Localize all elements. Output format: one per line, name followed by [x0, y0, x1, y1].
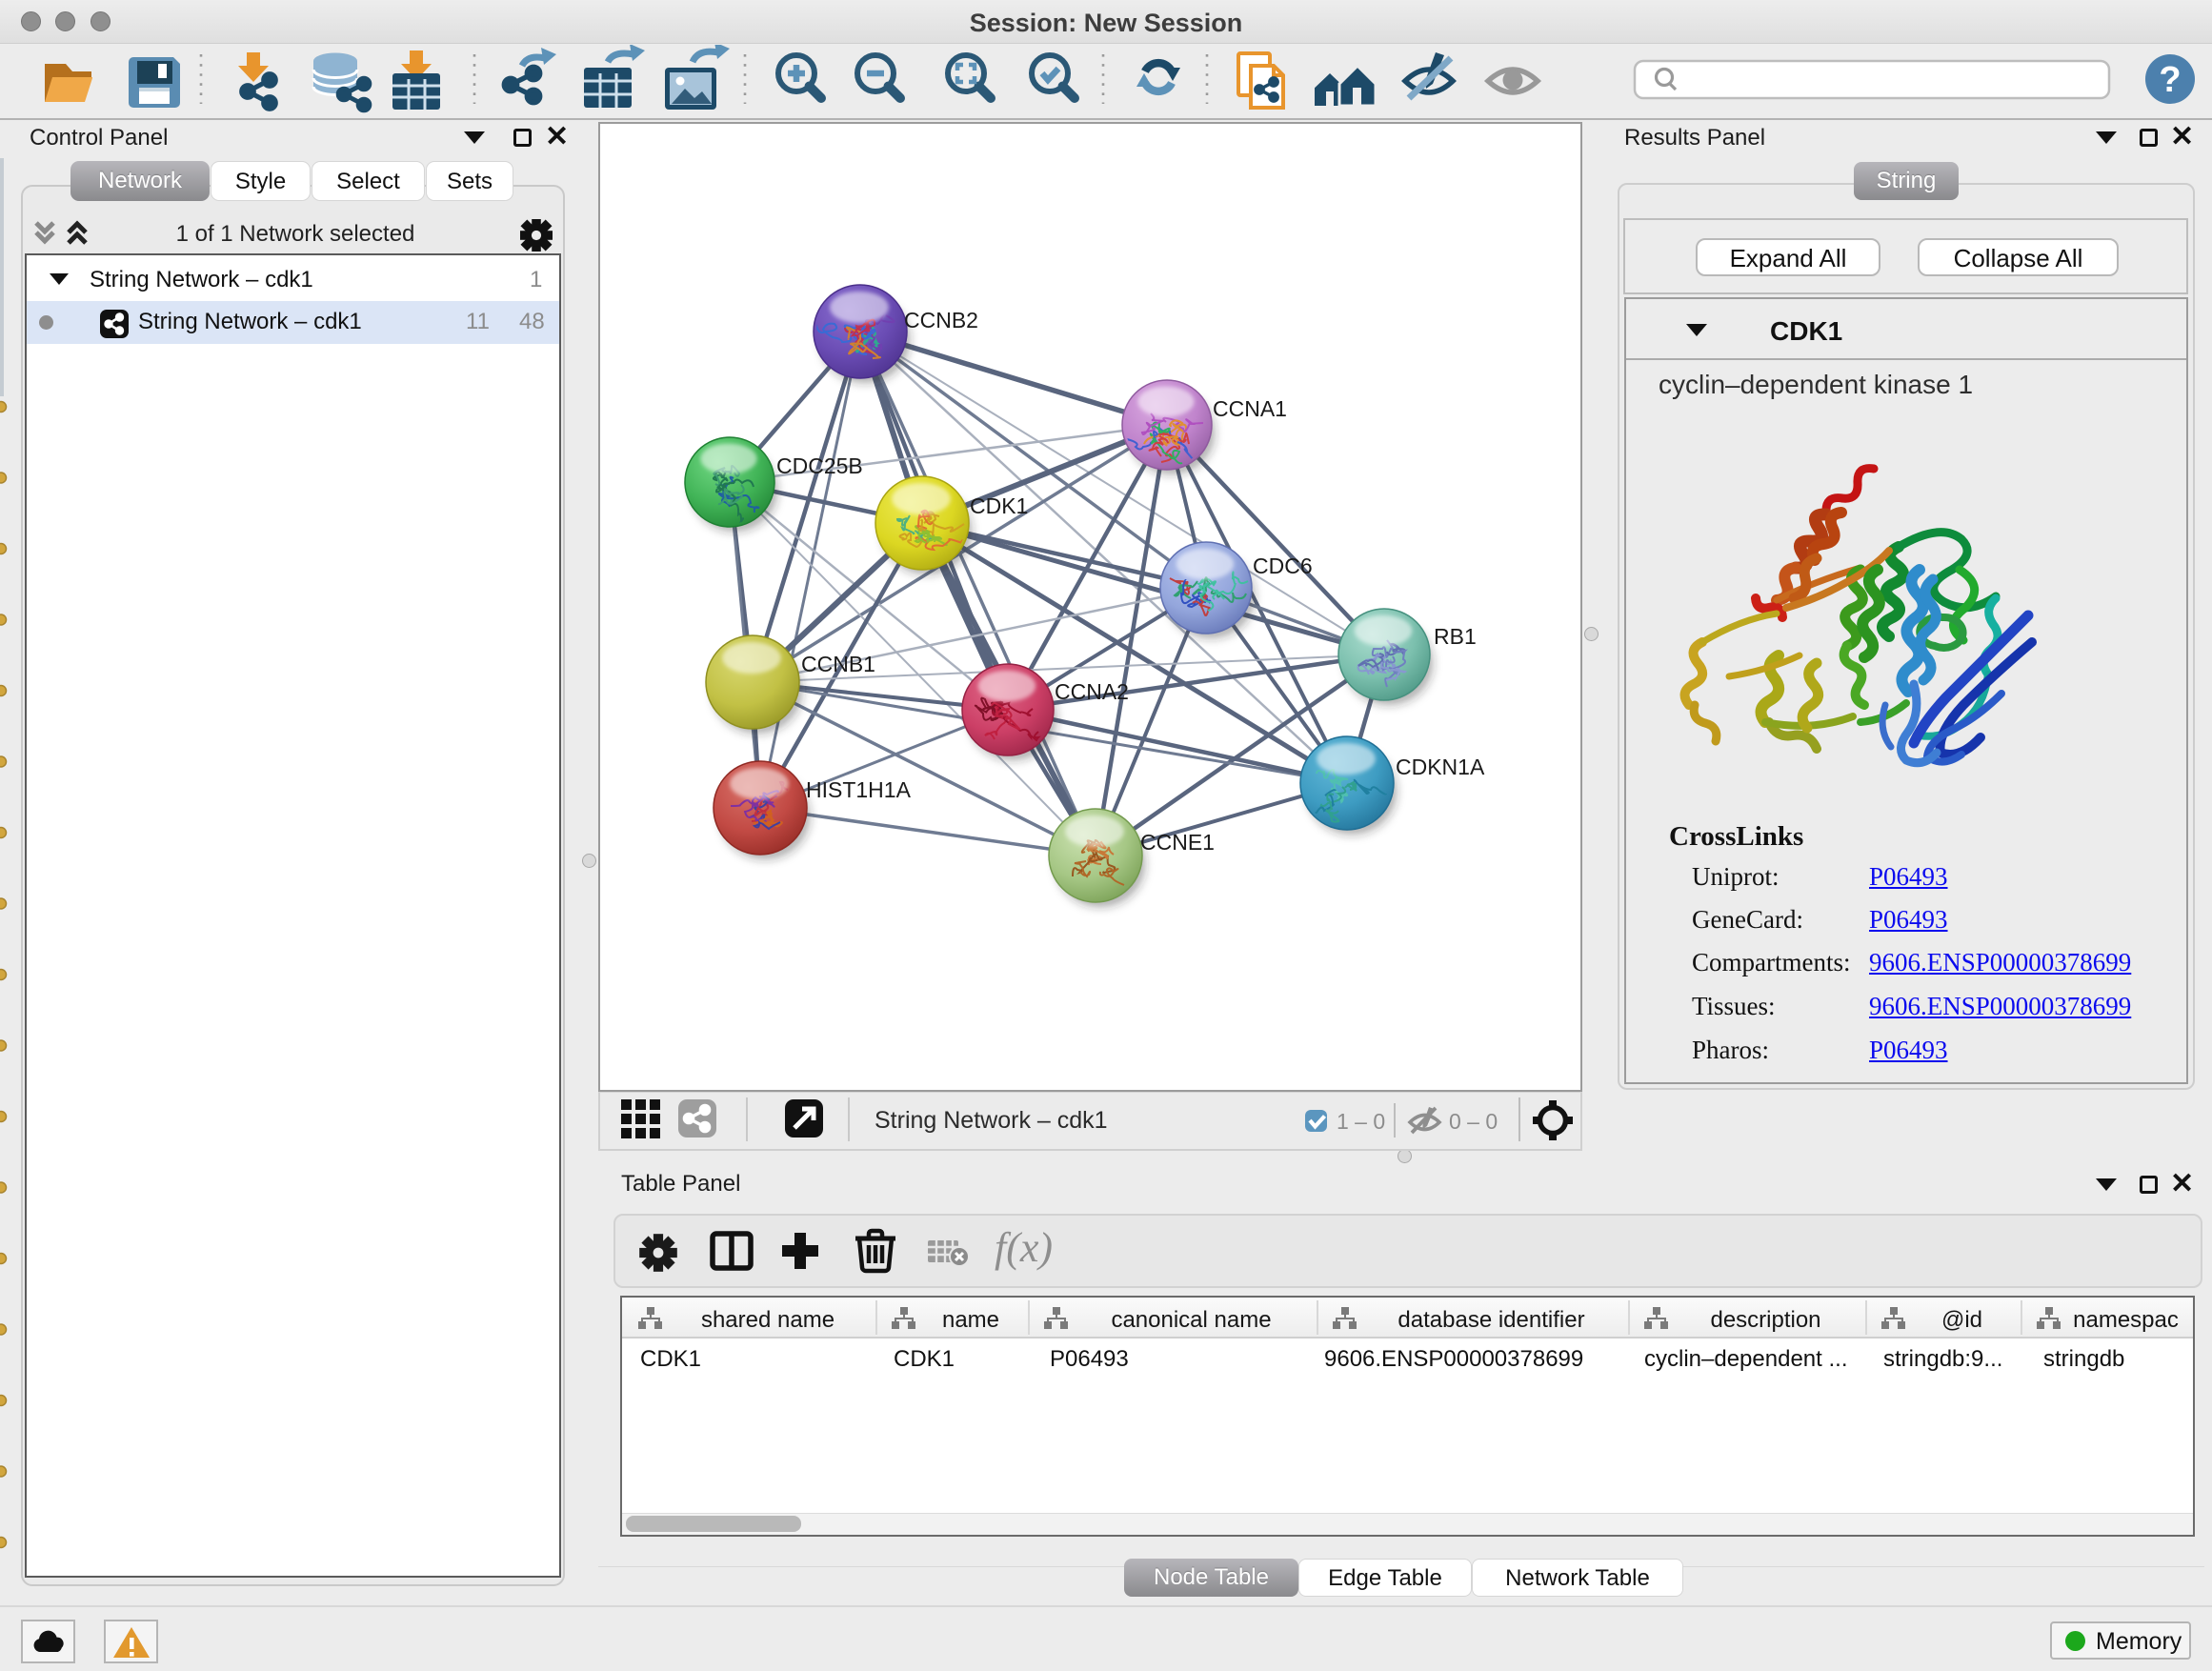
- svg-text:CCNE1: CCNE1: [1140, 830, 1215, 855]
- svg-text:HIST1H1A: HIST1H1A: [806, 777, 912, 802]
- svg-text:RB1: RB1: [1434, 624, 1477, 649]
- svg-text:CCNA2: CCNA2: [1055, 679, 1129, 704]
- svg-text:?: ?: [2159, 60, 2181, 100]
- svg-text:CCNA1: CCNA1: [1213, 396, 1287, 421]
- svg-text:CDKN1A: CDKN1A: [1396, 755, 1485, 779]
- svg-text:CDK1: CDK1: [970, 493, 1028, 518]
- svg-text:CDC25B: CDC25B: [776, 453, 863, 478]
- svg-text:CDC6: CDC6: [1253, 554, 1313, 578]
- svg-text:CCNB1: CCNB1: [801, 652, 875, 676]
- svg-text:CCNB2: CCNB2: [904, 308, 978, 332]
